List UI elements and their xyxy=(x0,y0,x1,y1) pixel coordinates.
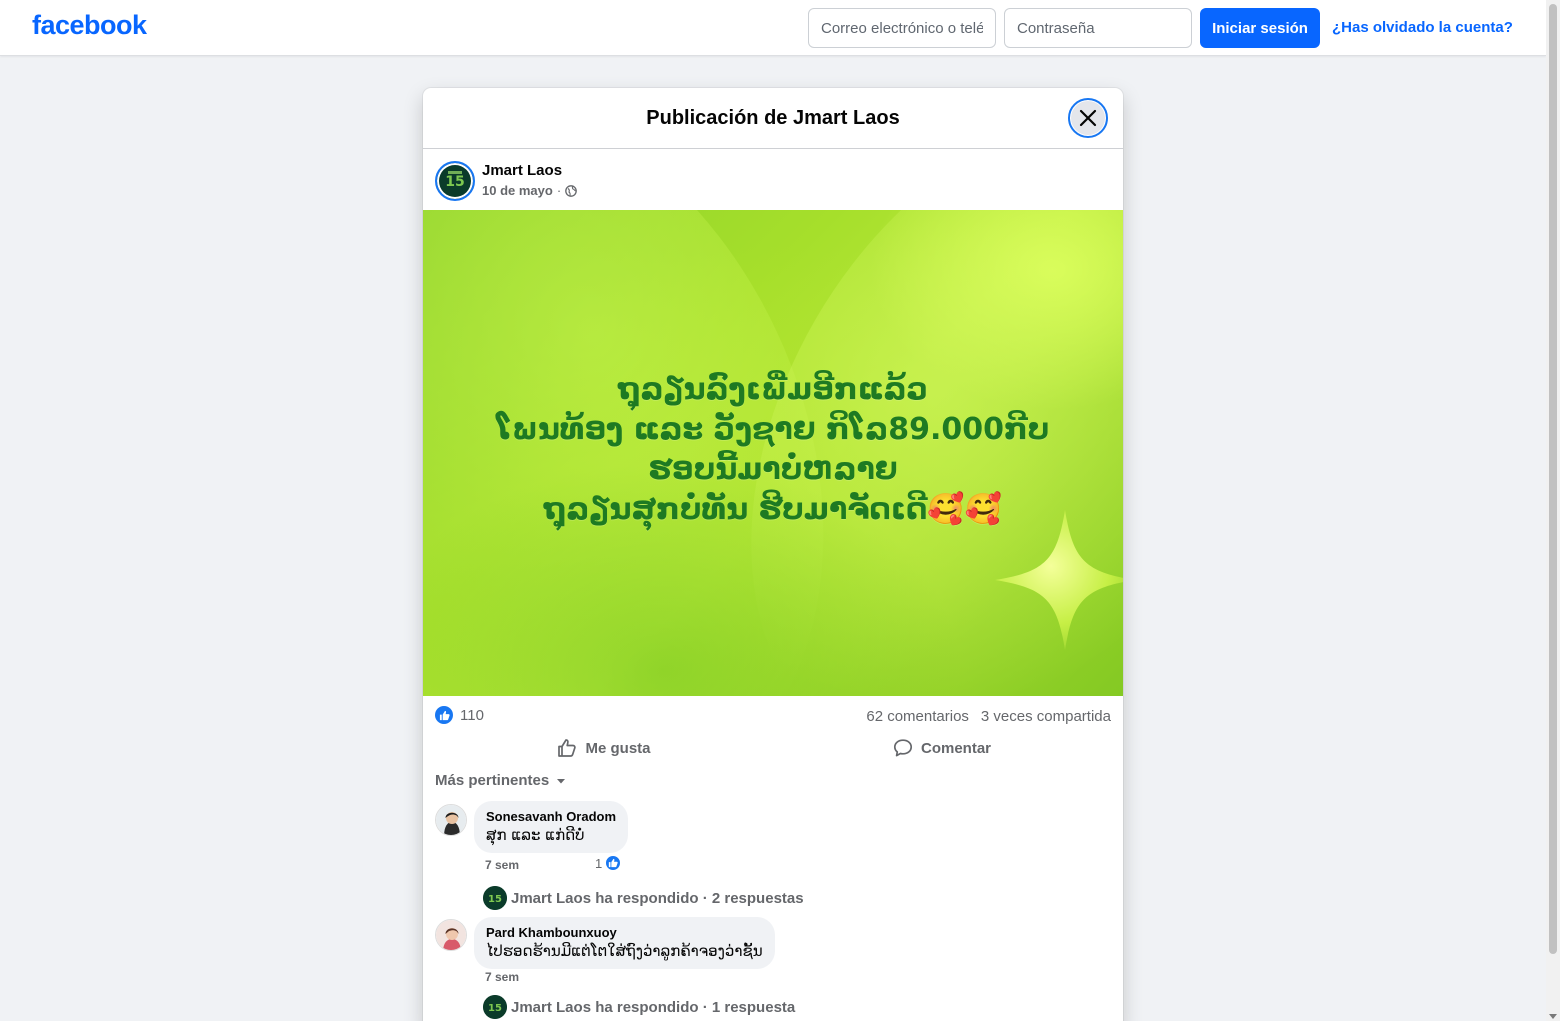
facebook-logo[interactable]: facebook xyxy=(32,10,147,41)
thumbs-up-icon xyxy=(439,710,450,720)
sort-label: Más pertinentes xyxy=(435,772,550,789)
like-reaction-icon[interactable] xyxy=(435,706,453,724)
jmart-logo-icon: 15 xyxy=(440,166,470,196)
dialog-header: Publicación de Jmart Laos xyxy=(423,88,1123,149)
comment-text: ໄປຮອດຮ້ານມີແຕ່ໂຕໃສ່ຖົງວ່າລູກຄ້າຈອງວ່າຊັ້… xyxy=(486,942,763,960)
like-count[interactable]: 110 xyxy=(460,707,484,724)
comment-reactions[interactable]: 1 xyxy=(595,854,623,872)
meta-separator: · xyxy=(556,183,562,198)
comment-time[interactable]: 7 sem xyxy=(485,970,519,984)
top-navbar: facebook Iniciar sesión ¿Has olvidado la… xyxy=(0,0,1546,56)
page-scrollbar[interactable] xyxy=(1546,0,1560,1021)
sparkle-star-shape xyxy=(995,510,1123,650)
replier-avatar: 15 xyxy=(483,886,507,910)
globe-icon xyxy=(565,184,578,197)
image-text-line: ຖຸລຽນສຸກບໍ່ທັນ ຮີບມາຈັດເດີ🥰🥰 xyxy=(543,492,1003,527)
comment-button-label: Comentar xyxy=(920,739,991,757)
comment-bubble: Sonesavanh Oradom ສຸກ ແລະ ແກ່ດີບໍ່ xyxy=(474,801,629,853)
person-photo-icon xyxy=(436,805,466,835)
like-button[interactable]: Me gusta xyxy=(435,730,773,766)
image-text-line: ໂພນທ້ອງ ແລະ ວັງຊາຍ ກິໂລ89.000ກີບ xyxy=(496,412,1050,447)
image-caption-text: ຖຸລຽນລົງເພີ່ມອີກແລ້ວ ໂພນທ້ອງ ແລະ ວັງຊາຍ … xyxy=(423,370,1123,530)
image-text-line: ຮອບນີ້ມາບໍ່ຫລາຍ xyxy=(648,452,898,487)
login-button[interactable]: Iniciar sesión xyxy=(1200,8,1320,48)
close-button[interactable] xyxy=(1068,98,1108,138)
person-photo-icon xyxy=(436,920,466,950)
engagement-counts: 62 comentarios 3 veces compartida xyxy=(866,708,1111,725)
comment-button[interactable]: Comentar xyxy=(773,730,1111,766)
thumbs-up-icon xyxy=(609,858,618,868)
comment-bubble: Pard Khambounxuoy ໄປຮອດຮ້ານມີແຕ່ໂຕໃສ່ຖົງ… xyxy=(474,917,775,969)
comment-bubble-icon xyxy=(893,739,913,757)
view-replies-link[interactable]: 15 Jmart Laos ha respondido · 2 respuest… xyxy=(483,886,804,910)
post-author-name[interactable]: Jmart Laos xyxy=(482,162,562,179)
svg-text:15: 15 xyxy=(488,1003,502,1014)
reply-summary: Jmart Laos ha respondido · 1 respuesta xyxy=(511,998,796,1016)
post-date[interactable]: 10 de mayo xyxy=(482,183,553,198)
comment-reaction-count: 1 xyxy=(595,855,603,871)
forgot-account-link[interactable]: ¿Has olvidado la cuenta? xyxy=(1332,19,1513,36)
svg-text:15: 15 xyxy=(445,174,464,190)
shares-count[interactable]: 3 veces compartida xyxy=(981,708,1111,725)
view-replies-link[interactable]: 15 Jmart Laos ha respondido · 1 respuest… xyxy=(483,995,795,1019)
dialog-title: Publicación de Jmart Laos xyxy=(646,107,900,129)
caret-down-icon xyxy=(557,778,566,783)
commenter-avatar[interactable] xyxy=(435,804,467,836)
reaction-counts: 110 62 comentarios 3 veces compartida xyxy=(435,704,1111,726)
post-dialog: Publicación de Jmart Laos 15 Jmart Laos … xyxy=(423,88,1123,1021)
reply-summary: Jmart Laos ha respondido · 2 respuestas xyxy=(511,889,804,907)
author-avatar[interactable]: 15 xyxy=(435,161,475,201)
comment-time[interactable]: 7 sem xyxy=(485,858,519,872)
email-field[interactable] xyxy=(808,8,996,48)
svg-text:15: 15 xyxy=(488,894,502,905)
jmart-logo-icon: 15 xyxy=(483,886,507,910)
post-actions: Me gusta Comentar xyxy=(435,730,1111,766)
like-reaction-icon xyxy=(604,854,623,872)
like-button-label: Me gusta xyxy=(585,739,651,757)
close-icon xyxy=(1079,109,1097,127)
thumbs-up-outline-icon xyxy=(558,739,577,757)
comments-count[interactable]: 62 comentarios xyxy=(866,708,969,725)
comment-author[interactable]: Sonesavanh Oradom xyxy=(486,809,616,825)
post-image[interactable]: ຖຸລຽນລົງເພີ່ມອີກແລ້ວ ໂພນທ້ອງ ແລະ ວັງຊາຍ … xyxy=(423,210,1123,696)
comment-text: ສຸກ ແລະ ແກ່ດີບໍ່ xyxy=(486,826,585,844)
image-text-line: ຖຸລຽນລົງເພີ່ມອີກແລ້ວ xyxy=(618,372,928,407)
scrollbar-thumb[interactable] xyxy=(1549,4,1557,954)
comment-sort-dropdown[interactable]: Más pertinentes xyxy=(435,772,567,789)
comment-author[interactable]: Pard Khambounxuoy xyxy=(486,925,763,941)
jmart-logo-icon: 15 xyxy=(483,995,507,1019)
scroll-down-arrow-icon[interactable] xyxy=(1549,1014,1557,1019)
commenter-avatar[interactable] xyxy=(435,919,467,951)
password-field[interactable] xyxy=(1004,8,1192,48)
replier-avatar: 15 xyxy=(483,995,507,1019)
post-meta: 10 de mayo · xyxy=(482,183,578,198)
